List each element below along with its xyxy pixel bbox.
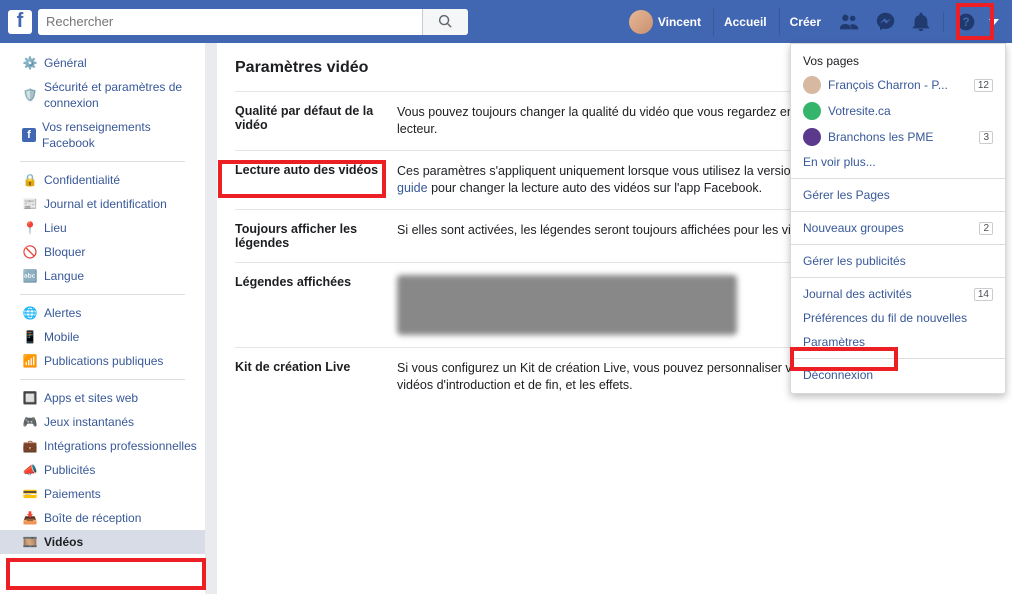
lock-icon: 🔒 — [22, 172, 38, 188]
highlight-autoplay — [218, 160, 386, 198]
search-button[interactable] — [422, 9, 468, 35]
sidebar-item-general[interactable]: ⚙️Général — [0, 51, 205, 75]
menu-manage-ads[interactable]: Gérer les publicités — [791, 249, 1005, 273]
language-icon: 🔤 — [22, 268, 38, 284]
sidebar-item-language[interactable]: 🔤Langue — [0, 264, 205, 288]
sidebar-item-mobile[interactable]: 📱Mobile — [0, 325, 205, 349]
settings-sidebar: ⚙️Général 🛡️Sécurité et paramètres de co… — [0, 43, 205, 594]
censored-preview — [397, 275, 737, 335]
globe-icon: 🌐 — [22, 305, 38, 321]
page-avatar — [803, 76, 821, 94]
menu-manage-pages[interactable]: Gérer les Pages — [791, 183, 1005, 207]
messenger-icon[interactable] — [873, 10, 897, 34]
journal-icon: 📰 — [22, 196, 38, 212]
menu-activity-log[interactable]: Journal des activités14 — [791, 282, 1005, 306]
briefcase-icon: 💼 — [22, 438, 38, 454]
location-icon: 📍 — [22, 220, 38, 236]
ads-icon: 📣 — [22, 462, 38, 478]
page-avatar — [803, 102, 821, 120]
menu-newsfeed-prefs[interactable]: Préférences du fil de nouvelles — [791, 306, 1005, 330]
menu-new-groups[interactable]: Nouveaux groupes2 — [791, 216, 1005, 240]
sidebar-item-inbox[interactable]: 📥Boîte de réception — [0, 506, 205, 530]
account-dropdown: Vos pages François Charron - P...12 Votr… — [790, 43, 1006, 394]
menu-page-item[interactable]: Votresite.ca — [791, 98, 1005, 124]
gear-icon: ⚙️ — [22, 55, 38, 71]
sidebar-item-location[interactable]: 📍Lieu — [0, 216, 205, 240]
sidebar-item-ads[interactable]: 📣Publicités — [0, 458, 205, 482]
apps-icon: 🔲 — [22, 390, 38, 406]
user-name: Vincent — [658, 8, 701, 36]
gamepad-icon: 🎮 — [22, 414, 38, 430]
sidebar-item-security[interactable]: 🛡️Sécurité et paramètres de connexion — [0, 75, 205, 115]
rss-icon: 📶 — [22, 353, 38, 369]
inbox-icon: 📥 — [22, 510, 38, 526]
sidebar-item-payments[interactable]: 💳Paiements — [0, 482, 205, 506]
profile-link[interactable]: Vincent — [619, 8, 711, 36]
create-link[interactable]: Créer — [779, 8, 831, 36]
sidebar-item-privacy[interactable]: 🔒Confidentialité — [0, 168, 205, 192]
highlight-settings — [790, 347, 898, 371]
fb-icon: f — [22, 128, 36, 142]
sidebar-item-alerts[interactable]: 🌐Alertes — [0, 301, 205, 325]
sidebar-item-instantgames[interactable]: 🎮Jeux instantanés — [0, 410, 205, 434]
sidebar-item-business[interactable]: 💼Intégrations professionnelles — [0, 434, 205, 458]
notifications-icon[interactable] — [909, 10, 933, 34]
film-icon: 🎞️ — [22, 534, 38, 550]
sidebar-item-videos[interactable]: 🎞️Vidéos — [0, 530, 205, 554]
avatar — [629, 10, 653, 34]
search-icon — [438, 14, 453, 29]
search-bar[interactable] — [38, 9, 468, 35]
facebook-logo[interactable]: f — [8, 10, 32, 34]
highlight-videos — [6, 558, 206, 590]
sidebar-item-apps[interactable]: 🔲Apps et sites web — [0, 386, 205, 410]
sidebar-item-yourinfo[interactable]: fVos renseignements Facebook — [0, 115, 205, 155]
menu-see-more[interactable]: En voir plus... — [791, 150, 1005, 174]
sidebar-item-timeline[interactable]: 📰Journal et identification — [0, 192, 205, 216]
mobile-icon: 📱 — [22, 329, 38, 345]
home-link[interactable]: Accueil — [713, 8, 777, 36]
sidebar-item-publicposts[interactable]: 📶Publications publiques — [0, 349, 205, 373]
sidebar-item-blocking[interactable]: 🚫Bloquer — [0, 240, 205, 264]
shield-icon: 🛡️ — [22, 87, 38, 103]
friends-icon[interactable] — [837, 10, 861, 34]
block-icon: 🚫 — [22, 244, 38, 260]
page-avatar — [803, 128, 821, 146]
card-icon: 💳 — [22, 486, 38, 502]
menu-page-item[interactable]: Branchons les PME3 — [791, 124, 1005, 150]
highlight-caret — [956, 3, 994, 40]
menu-page-item[interactable]: François Charron - P...12 — [791, 72, 1005, 98]
menu-your-pages-header: Vos pages — [791, 50, 1005, 72]
search-input[interactable] — [38, 14, 422, 29]
